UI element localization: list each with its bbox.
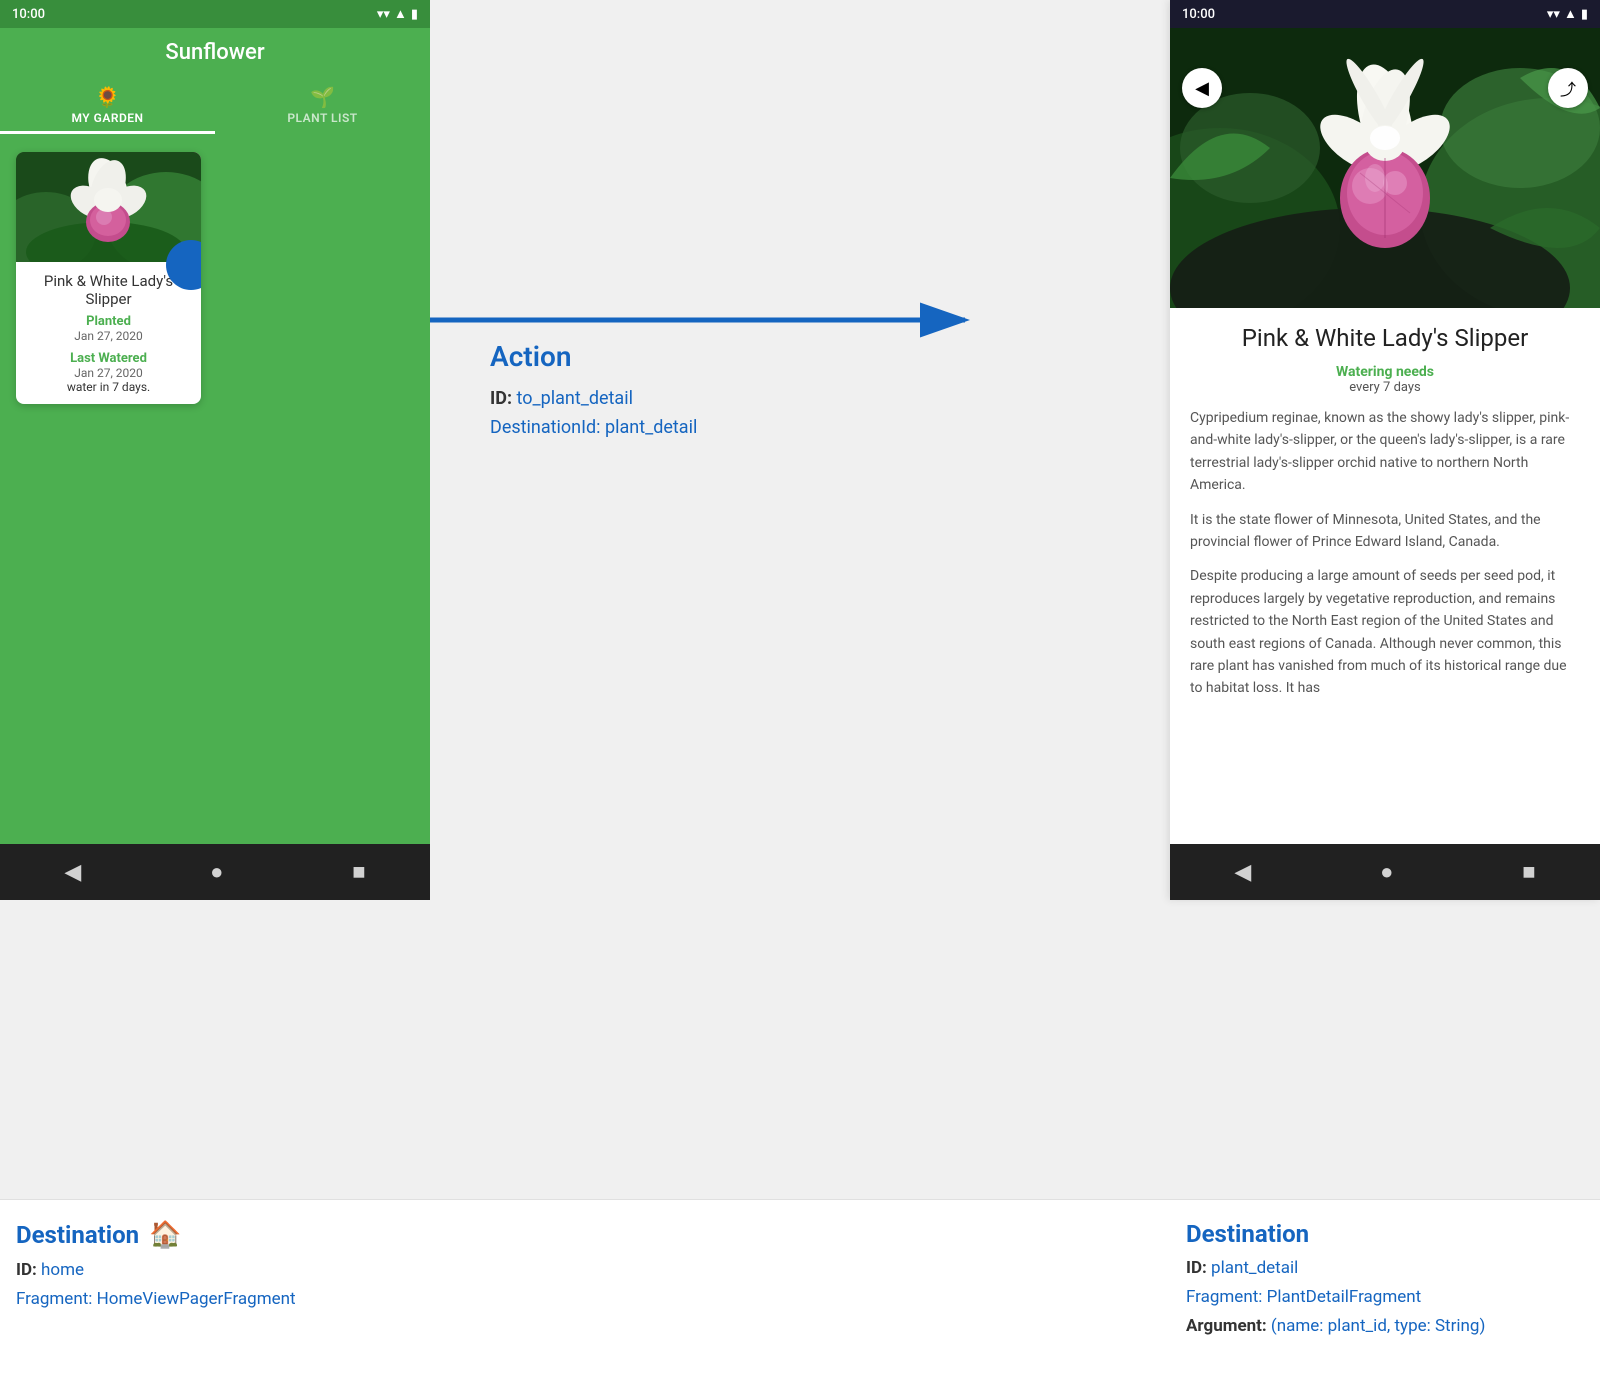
plant-list-icon: 🌱	[310, 85, 335, 109]
dest-right-fragment-label: Fragment:	[1186, 1287, 1262, 1307]
battery-icon: ▮	[411, 7, 418, 22]
back-button-right[interactable]: ◀	[1234, 860, 1251, 885]
app-title: Sunflower	[165, 40, 264, 65]
detail-description: Cypripedium reginae, known as the showy …	[1190, 407, 1580, 700]
detail-watering-frequency: every 7 days	[1190, 380, 1580, 395]
dest-left-id-label: ID:	[16, 1260, 37, 1280]
dest-left-id-value: home	[41, 1260, 84, 1280]
dest-right-argument-label: Argument:	[1186, 1316, 1267, 1336]
dest-left-fragment-label: Fragment:	[16, 1289, 92, 1309]
middle-area: Action ID: to_plant_detail DestinationId…	[430, 0, 1170, 1199]
water-reminder: water in 7 days.	[28, 380, 189, 394]
tab-my-garden-label: MY GARDEN	[71, 111, 143, 125]
planted-label: Planted	[28, 314, 189, 329]
dest-right-argument-value: (name: plant_id, type: String)	[1271, 1316, 1485, 1336]
planted-date: Jan 27, 2020	[28, 329, 189, 343]
destination-right-argument: Argument: (name: plant_id, type: String)	[1186, 1312, 1584, 1341]
dest-left-fragment-value: HomeViewPagerFragment	[97, 1289, 296, 1309]
destination-left-fragment: Fragment: HomeViewPagerFragment	[16, 1285, 414, 1314]
destination-right: Destination ID: plant_detail Fragment: P…	[1170, 1200, 1600, 1399]
destination-right-label: Destination	[1186, 1220, 1309, 1248]
wifi-icon-right: ▾▾	[1547, 7, 1560, 22]
battery-icon-right: ▮	[1581, 7, 1588, 22]
flower-detail-image	[1170, 28, 1600, 308]
back-button[interactable]: ◀	[1182, 68, 1222, 108]
home-button-left[interactable]: ●	[210, 859, 223, 885]
tab-plant-list[interactable]: 🌱 PLANT LIST	[215, 77, 430, 134]
recent-button-left[interactable]: ■	[352, 859, 365, 885]
nav-bar-right: ◀ ● ■	[1170, 844, 1600, 900]
app-bar: Sunflower	[0, 28, 430, 77]
description-para2: It is the state flower of Minnesota, Uni…	[1190, 509, 1580, 554]
wifi-icon: ▾▾	[377, 7, 390, 22]
signal-icon: ▲	[394, 6, 407, 22]
dest-right-fragment-value: PlantDetailFragment	[1267, 1287, 1422, 1307]
destination-left: Destination 🏠 ID: home Fragment: HomeVie…	[0, 1200, 430, 1399]
status-bar-right: 10:00 ▾▾ ▲ ▮	[1170, 0, 1600, 28]
status-bar-left: 10:00 ▾▾ ▲ ▮	[0, 0, 430, 28]
dest-right-id-label: ID:	[1186, 1258, 1207, 1278]
action-destination: DestinationId: plant_detail	[490, 414, 697, 443]
action-destination-id-label: DestinationId:	[490, 417, 601, 438]
plant-name: Pink & White Lady'sSlipper	[28, 272, 189, 308]
phone-right: 10:00 ▾▾ ▲ ▮	[1170, 0, 1600, 900]
plant-card-image	[16, 152, 201, 262]
action-panel: Action ID: to_plant_detail DestinationId…	[490, 340, 697, 443]
last-watered-date: Jan 27, 2020	[28, 366, 189, 380]
time-right: 10:00	[1182, 7, 1215, 22]
destination-right-title: Destination	[1186, 1220, 1584, 1248]
destination-left-id: ID: home	[16, 1256, 414, 1285]
navigation-arrow	[410, 285, 990, 355]
action-id-value: to_plant_detail	[517, 388, 633, 409]
back-arrow-icon: ◀	[1195, 78, 1209, 99]
home-icon: 🏠	[149, 1220, 181, 1250]
destination-left-label: Destination	[16, 1221, 139, 1249]
detail-watering-label: Watering needs	[1190, 364, 1580, 380]
share-icon: ⤴	[1560, 76, 1576, 100]
detail-header: ◀ ⤴	[1170, 28, 1600, 308]
description-para3: Despite producing a large amount of seed…	[1190, 565, 1580, 699]
destination-left-title: Destination 🏠	[16, 1220, 414, 1250]
status-icons-left: ▾▾ ▲ ▮	[377, 6, 418, 22]
signal-icon-right: ▲	[1564, 6, 1577, 22]
detail-plant-name: Pink & White Lady's Slipper	[1190, 324, 1580, 352]
garden-content: Pink & White Lady'sSlipper Planted Jan 2…	[0, 136, 430, 844]
tab-plant-list-label: PLANT LIST	[287, 111, 357, 125]
description-para1: Cypripedium reginae, known as the showy …	[1190, 407, 1580, 497]
recent-button-right[interactable]: ■	[1522, 859, 1535, 885]
detail-content: Pink & White Lady's Slipper Watering nee…	[1170, 308, 1600, 844]
destination-right-id: ID: plant_detail	[1186, 1254, 1584, 1283]
action-id: ID: to_plant_detail	[490, 385, 697, 414]
phone-left: 10:00 ▾▾ ▲ ▮ Sunflower 🌻 MY GARDEN 🌱 PLA…	[0, 0, 430, 900]
bottom-middle-spacer	[430, 1200, 1170, 1399]
action-destination-id-value: plant_detail	[605, 417, 697, 438]
time-left: 10:00	[12, 7, 45, 22]
status-icons-right: ▾▾ ▲ ▮	[1547, 6, 1588, 22]
tab-my-garden[interactable]: 🌻 MY GARDEN	[0, 77, 215, 134]
dest-right-id-value: plant_detail	[1211, 1258, 1298, 1278]
back-button-left[interactable]: ◀	[64, 860, 81, 885]
tabs: 🌻 MY GARDEN 🌱 PLANT LIST	[0, 77, 430, 136]
garden-icon: 🌻	[95, 85, 120, 109]
last-watered-label: Last Watered	[28, 351, 189, 366]
destination-right-fragment: Fragment: PlantDetailFragment	[1186, 1283, 1584, 1312]
action-id-label: ID:	[490, 388, 512, 409]
plant-card[interactable]: Pink & White Lady'sSlipper Planted Jan 2…	[16, 152, 201, 404]
nav-bar-left: ◀ ● ■	[0, 844, 430, 900]
home-button-right[interactable]: ●	[1380, 859, 1393, 885]
share-button[interactable]: ⤴	[1548, 68, 1588, 108]
